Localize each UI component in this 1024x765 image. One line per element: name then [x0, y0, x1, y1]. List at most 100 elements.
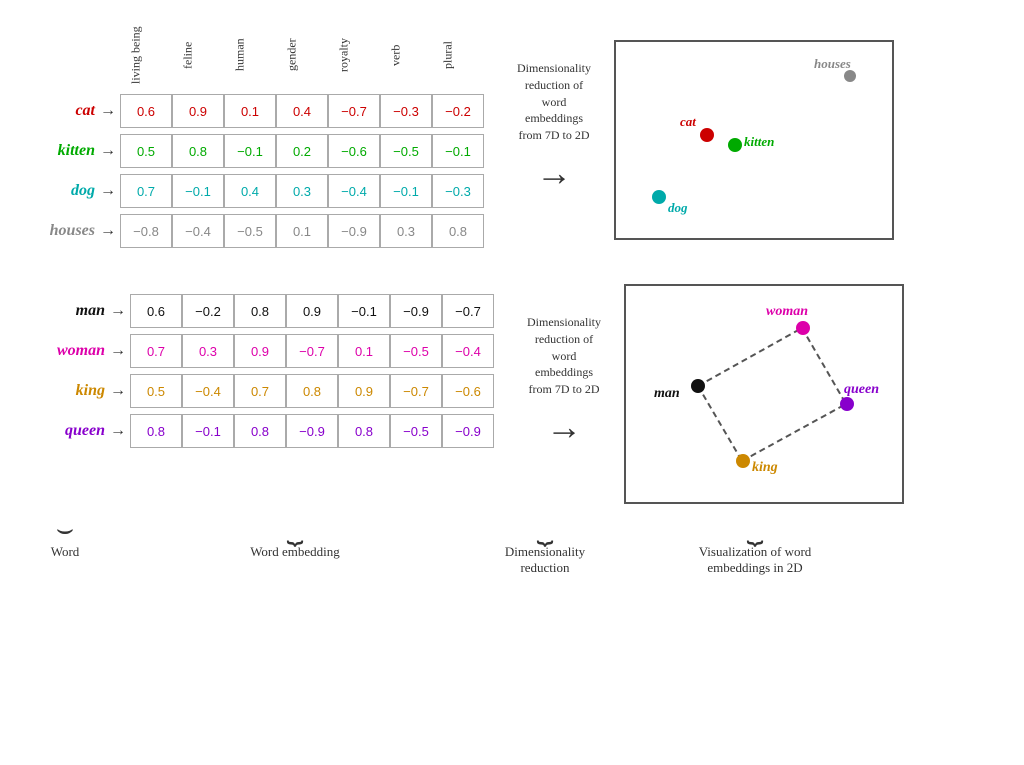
label-visualization: Visualization of wordembeddings in 2D [699, 544, 812, 576]
brace-viz-symbol: ⏟ [747, 516, 764, 544]
scatter-top: houses cat kitten dog [614, 40, 894, 240]
cell-king-2: 0.7 [234, 374, 286, 408]
cell-houses-1: −0.4 [172, 214, 224, 248]
arrow-houses: → [100, 222, 116, 240]
cell-dog-3: 0.3 [276, 174, 328, 208]
cell-king-6: −0.6 [442, 374, 494, 408]
word-houses: houses [20, 222, 100, 240]
cell-man-4: −0.1 [338, 294, 390, 328]
word-queen: queen [30, 422, 110, 440]
dot-queen [840, 397, 854, 411]
cell-queen-0: 0.8 [130, 414, 182, 448]
cell-woman-0: 0.7 [130, 334, 182, 368]
bottom-section: man → 0.6 −0.2 0.8 0.9 −0.1 −0.9 −0.7 wo… [20, 284, 1014, 504]
reduction-area-top: Dimensionalityreduction ofwordembeddings… [494, 60, 614, 194]
dot-man [691, 379, 705, 393]
col-header-royalty: royalty [318, 20, 370, 90]
row-houses: houses → −0.8 −0.4 −0.5 0.1 −0.9 0.3 0.8 [20, 214, 484, 248]
cell-kitten-1: 0.8 [172, 134, 224, 168]
brace-word: ⌣ Word [20, 516, 110, 560]
cell-woman-5: −0.5 [390, 334, 442, 368]
cell-houses-2: −0.5 [224, 214, 276, 248]
cell-woman-6: −0.4 [442, 334, 494, 368]
cell-queen-5: −0.5 [390, 414, 442, 448]
label-dim-reduction: Dimensionalityreduction [505, 544, 585, 576]
label-dog-scatter: dog [668, 200, 688, 216]
cell-cat-2: 0.1 [224, 94, 276, 128]
col-header-living-being: living being [110, 20, 162, 90]
main-container: living being feline human gender royalty… [0, 0, 1024, 765]
cell-kitten-4: −0.6 [328, 134, 380, 168]
dot-king [736, 454, 750, 468]
cell-kitten-6: −0.1 [432, 134, 484, 168]
cell-man-6: −0.7 [442, 294, 494, 328]
cell-queen-1: −0.1 [182, 414, 234, 448]
word-woman: woman [30, 342, 110, 360]
label-king-scatter: king [752, 460, 778, 476]
arrow-kitten: → [100, 142, 116, 160]
col-header-gender: gender [266, 20, 318, 90]
reduction-text-top: Dimensionalityreduction ofwordembeddings… [517, 60, 591, 144]
brace-word-embedding: ⏟ Word embedding [110, 516, 480, 560]
label-cat-scatter: cat [680, 114, 696, 130]
cell-houses-6: 0.8 [432, 214, 484, 248]
label-word-embedding: Word embedding [250, 544, 340, 560]
cell-dog-2: 0.4 [224, 174, 276, 208]
label-man-scatter: man [654, 386, 680, 402]
cell-dog-6: −0.3 [432, 174, 484, 208]
cell-man-1: −0.2 [182, 294, 234, 328]
cell-kitten-3: 0.2 [276, 134, 328, 168]
cell-dog-0: 0.7 [120, 174, 172, 208]
reduction-text-bottom: Dimensionalityreduction ofwordembeddings… [527, 314, 601, 398]
cell-man-3: 0.9 [286, 294, 338, 328]
dot-dog [652, 190, 666, 204]
label-word: Word [51, 544, 80, 560]
cell-queen-4: 0.8 [338, 414, 390, 448]
label-queen-scatter: queen [844, 382, 879, 398]
cell-queen-3: −0.9 [286, 414, 338, 448]
cell-king-5: −0.7 [390, 374, 442, 408]
cell-houses-3: 0.1 [276, 214, 328, 248]
cell-king-4: 0.9 [338, 374, 390, 408]
cell-kitten-2: −0.1 [224, 134, 276, 168]
cell-cat-4: −0.7 [328, 94, 380, 128]
row-man: man → 0.6 −0.2 0.8 0.9 −0.1 −0.9 −0.7 [30, 294, 494, 328]
word-man: man [30, 302, 110, 320]
reduction-area-bottom: Dimensionalityreduction ofwordembeddings… [504, 314, 624, 448]
top-section: living being feline human gender royalty… [10, 20, 1014, 254]
label-woman-scatter: woman [766, 304, 808, 320]
cell-man-0: 0.6 [130, 294, 182, 328]
arrow-cat: → [100, 102, 116, 120]
arrow-man: → [110, 302, 126, 320]
row-king: king → 0.5 −0.4 0.7 0.8 0.9 −0.7 −0.6 [30, 374, 494, 408]
word-cat: cat [20, 102, 100, 120]
cell-houses-0: −0.8 [120, 214, 172, 248]
col-header-feline: feline [162, 20, 214, 90]
cell-houses-4: −0.9 [328, 214, 380, 248]
cell-woman-2: 0.9 [234, 334, 286, 368]
cell-man-2: 0.8 [234, 294, 286, 328]
col-header-plural: plural [422, 20, 474, 90]
cell-dog-5: −0.1 [380, 174, 432, 208]
word-king: king [30, 382, 110, 400]
dot-kitten [728, 138, 742, 152]
cell-queen-6: −0.9 [442, 414, 494, 448]
label-kitten-scatter: kitten [744, 134, 774, 150]
big-arrow-top: → [536, 152, 572, 194]
arrow-woman: → [110, 342, 126, 360]
brace-dim-reduction: ⏟ Dimensionalityreduction [480, 516, 610, 576]
dot-cat [700, 128, 714, 142]
arrow-dog: → [100, 182, 116, 200]
dot-woman [796, 321, 810, 335]
row-queen: queen → 0.8 −0.1 0.8 −0.9 0.8 −0.5 −0.9 [30, 414, 494, 448]
col-header-human: human [214, 20, 266, 90]
cell-dog-4: −0.4 [328, 174, 380, 208]
cell-woman-3: −0.7 [286, 334, 338, 368]
cell-king-1: −0.4 [182, 374, 234, 408]
cell-houses-5: 0.3 [380, 214, 432, 248]
cell-cat-5: −0.3 [380, 94, 432, 128]
brace-dim-symbol: ⏟ [537, 516, 554, 544]
brace-visualization: ⏟ Visualization of wordembeddings in 2D [610, 516, 900, 576]
row-dog: dog → 0.7 −0.1 0.4 0.3 −0.4 −0.1 −0.3 [20, 174, 484, 208]
label-houses-scatter: houses [814, 56, 851, 72]
